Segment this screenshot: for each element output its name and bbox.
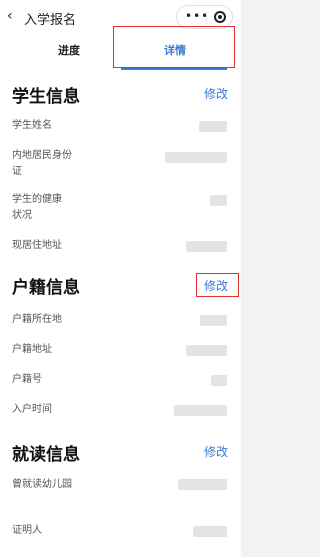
field-label-kindergarten: 曾就读幼儿园 bbox=[12, 479, 72, 490]
field-value-redacted bbox=[210, 195, 227, 206]
field-value-redacted bbox=[199, 121, 227, 132]
field-label-household-number: 户籍号 bbox=[12, 374, 42, 385]
field-label-household-date: 入户时间 bbox=[12, 404, 52, 415]
field-label-household-location: 户籍所在地 bbox=[12, 314, 62, 325]
detail-content: 学生信息 修改 学生姓名 内地居民身份证 学生的健康状况 现居住地址 户籍信息 … bbox=[0, 70, 241, 557]
section-title-student: 学生信息 bbox=[12, 87, 80, 107]
field-label-student-name: 学生姓名 bbox=[12, 120, 52, 131]
tab-progress[interactable]: 进度 bbox=[58, 42, 80, 58]
close-icon[interactable] bbox=[214, 11, 226, 23]
field-value-redacted bbox=[174, 405, 227, 416]
edit-school-button[interactable]: 修改 bbox=[204, 443, 228, 460]
field-label-health: 学生的健康状况 bbox=[12, 194, 62, 221]
field-value-redacted bbox=[211, 375, 227, 386]
field-label-household-address: 户籍地址 bbox=[12, 344, 52, 355]
field-label-witness: 证明人 bbox=[12, 525, 42, 536]
field-value-redacted bbox=[200, 315, 227, 326]
edit-household-highlight bbox=[196, 273, 239, 297]
section-title-household: 户籍信息 bbox=[12, 278, 80, 298]
capsule-divider bbox=[206, 11, 207, 24]
field-value-redacted bbox=[178, 479, 227, 490]
field-value-redacted bbox=[165, 152, 227, 163]
field-label-address: 现居住地址 bbox=[12, 240, 62, 251]
field-value-redacted bbox=[193, 526, 227, 537]
edit-student-button[interactable]: 修改 bbox=[204, 85, 228, 102]
tab-detail-highlight bbox=[113, 26, 235, 68]
page-title: 入学报名 bbox=[24, 13, 77, 28]
field-value-redacted bbox=[186, 241, 227, 252]
section-title-school: 就读信息 bbox=[12, 445, 80, 465]
field-value-redacted bbox=[186, 345, 227, 356]
back-icon[interactable]: ‹ bbox=[7, 8, 13, 24]
field-label-id-card: 内地居民身份证 bbox=[12, 150, 72, 177]
